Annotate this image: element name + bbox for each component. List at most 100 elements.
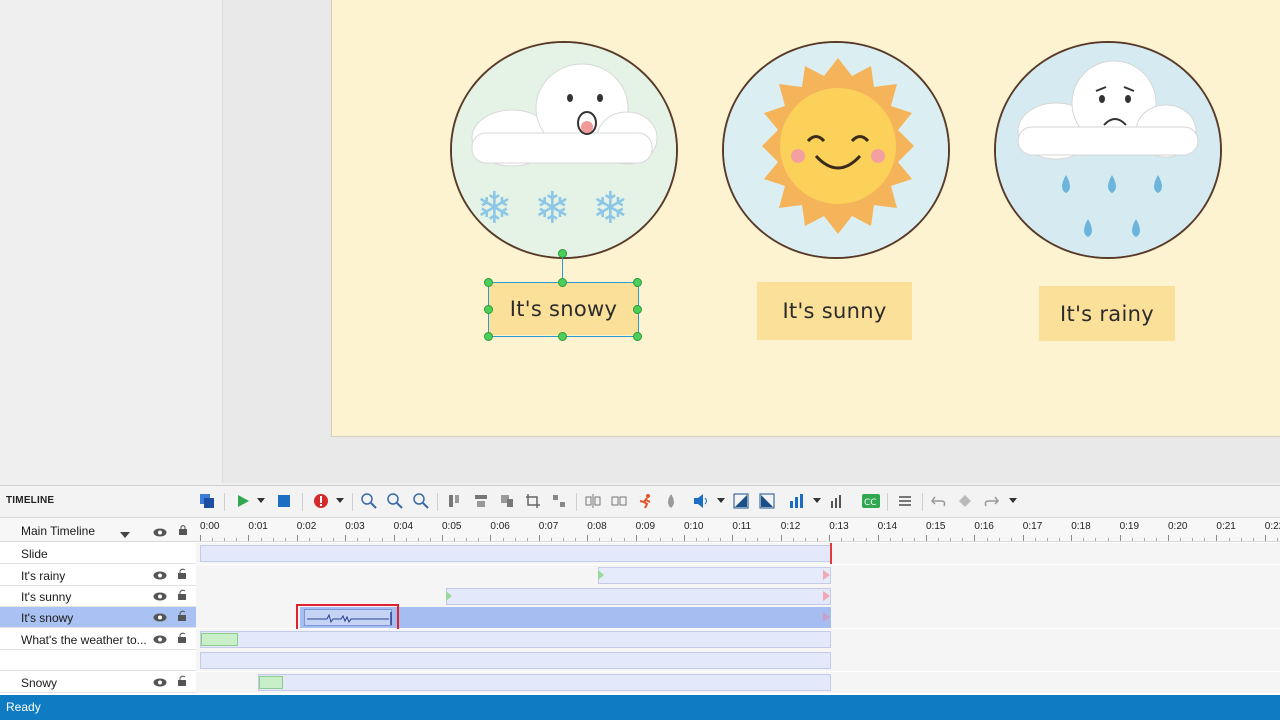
- timeline-toolbar: TIMELINE CC: [0, 486, 1280, 518]
- resize-handle-ml[interactable]: [484, 305, 493, 314]
- transition-in-marker[interactable]: [446, 591, 452, 601]
- record-dropdown-icon[interactable]: [335, 492, 345, 510]
- play-icon[interactable]: [234, 492, 252, 510]
- ruler-minor-tick: [647, 538, 649, 541]
- undo-icon[interactable]: [930, 492, 948, 510]
- main-timeline-label[interactable]: Main Timeline: [21, 524, 95, 538]
- fade-in-icon[interactable]: [732, 492, 750, 510]
- align-center-icon[interactable]: [472, 492, 490, 510]
- transition-in-block[interactable]: [201, 633, 238, 646]
- animation-icon[interactable]: [636, 492, 654, 510]
- align-left-icon[interactable]: [446, 492, 464, 510]
- stop-icon[interactable]: [275, 492, 293, 510]
- play-dropdown-icon[interactable]: [256, 492, 266, 510]
- transition-in-marker[interactable]: [598, 570, 604, 580]
- resize-handle-mr[interactable]: [633, 305, 642, 314]
- ruler-minor-tick: [514, 538, 516, 541]
- unlock-icon[interactable]: [177, 675, 187, 689]
- layers-icon[interactable]: [198, 492, 216, 510]
- rainy-picture[interactable]: [994, 41, 1222, 259]
- timeline-row-empty[interactable]: [0, 650, 1280, 671]
- sunny-caption[interactable]: It's sunny: [757, 282, 912, 340]
- ruler-minor-tick: [756, 538, 758, 541]
- eye-icon[interactable]: [153, 590, 167, 604]
- lock-icon[interactable]: [178, 524, 188, 538]
- audio-icon[interactable]: [692, 492, 710, 510]
- timeline-row-snowy-object[interactable]: Snowy: [0, 672, 1280, 693]
- eye-icon[interactable]: [153, 633, 167, 647]
- timeline-row-weather[interactable]: What's the weather to...: [0, 629, 1280, 650]
- resize-handle-br[interactable]: [633, 332, 642, 341]
- split-icon[interactable]: [584, 492, 602, 510]
- slide-duration-bar[interactable]: [200, 545, 831, 562]
- zoom-in-icon[interactable]: [360, 492, 378, 510]
- settings-icon[interactable]: [896, 492, 914, 510]
- resize-handle-tl[interactable]: [484, 278, 493, 287]
- ruler-tick-label: 0:05: [442, 521, 462, 532]
- chart-icon[interactable]: [788, 492, 806, 510]
- object-bar[interactable]: [200, 631, 831, 648]
- zoom-out-icon[interactable]: [386, 492, 404, 510]
- timeline-row-sunny[interactable]: It's sunny: [0, 586, 1280, 607]
- resize-handle-bl[interactable]: [484, 332, 493, 341]
- unlock-icon[interactable]: [177, 610, 187, 624]
- object-bar[interactable]: [258, 674, 831, 691]
- timeline-row-snowy-selected[interactable]: It's snowy: [0, 604, 1280, 632]
- snowy-picture[interactable]: ❄ ❄ ❄: [450, 41, 678, 259]
- cc-icon[interactable]: CC: [862, 492, 880, 510]
- ruler-minor-tick: [1228, 538, 1230, 541]
- timeline-row-slide[interactable]: Slide: [0, 543, 1280, 564]
- unlock-icon[interactable]: [177, 568, 187, 582]
- audio-dropdown-icon[interactable]: [716, 492, 726, 510]
- ruler-tick-mark: [538, 535, 540, 541]
- object-bar[interactable]: [598, 567, 831, 584]
- ruler-minor-tick: [575, 538, 577, 541]
- transition-out-marker[interactable]: [823, 591, 830, 601]
- ruler-minor-tick: [805, 538, 806, 541]
- distribute-icon[interactable]: [550, 492, 568, 510]
- resize-handle-tm[interactable]: [558, 278, 567, 287]
- drop-icon[interactable]: [662, 492, 680, 510]
- transition-out-marker[interactable]: [823, 612, 830, 622]
- redo-icon[interactable]: [982, 492, 1000, 510]
- object-bar[interactable]: [200, 652, 831, 669]
- redo-dropdown-icon[interactable]: [1008, 492, 1018, 510]
- transition-in-block[interactable]: [259, 676, 283, 689]
- record-icon[interactable]: [312, 492, 330, 510]
- rainy-caption[interactable]: It's rainy: [1039, 286, 1175, 341]
- toolbar-separator: [302, 493, 303, 511]
- ruler-tick-mark: [1022, 535, 1024, 541]
- eye-icon[interactable]: [153, 611, 167, 625]
- sunny-picture[interactable]: [722, 41, 950, 259]
- ruler-minor-tick: [696, 538, 698, 541]
- eye-icon[interactable]: [153, 526, 167, 540]
- join-icon[interactable]: [610, 492, 628, 510]
- rotation-handle[interactable]: [558, 249, 567, 258]
- unlock-icon[interactable]: [177, 589, 187, 603]
- timeline-row-rainy[interactable]: It's rainy: [0, 565, 1280, 586]
- time-ruler[interactable]: 0:00 0:01 0:02 0:03 0:04 0:05 0:06 0:07 0:08 0:09…: [196, 518, 1280, 542]
- ruler-tick-mark: [1071, 535, 1073, 541]
- transition-out-marker[interactable]: [823, 570, 830, 580]
- resize-handle-tr[interactable]: [633, 278, 642, 287]
- ruler-minor-tick: [429, 538, 431, 541]
- unlock-icon[interactable]: [177, 632, 187, 646]
- marker-icon[interactable]: [828, 492, 846, 510]
- object-bar[interactable]: [446, 588, 831, 605]
- ruler-tick-label: 0:12: [780, 521, 801, 532]
- main-timeline-dropdown-icon[interactable]: [120, 527, 130, 541]
- eye-icon[interactable]: [153, 569, 167, 583]
- ruler-minor-tick: [841, 538, 843, 541]
- ruler-minor-tick: [1180, 538, 1182, 541]
- diamond-icon[interactable]: [956, 492, 974, 510]
- ruler-tick-mark: [635, 535, 637, 541]
- chart-dropdown-icon[interactable]: [812, 492, 822, 510]
- ruler-minor-tick: [333, 538, 335, 541]
- row-label: Slide: [21, 547, 48, 561]
- align-right-icon[interactable]: [498, 492, 516, 510]
- zoom-fit-icon[interactable]: [412, 492, 430, 510]
- eye-icon[interactable]: [153, 676, 167, 690]
- crop-icon[interactable]: [524, 492, 542, 510]
- resize-handle-bm[interactable]: [558, 332, 567, 341]
- fade-out-icon[interactable]: [758, 492, 776, 510]
